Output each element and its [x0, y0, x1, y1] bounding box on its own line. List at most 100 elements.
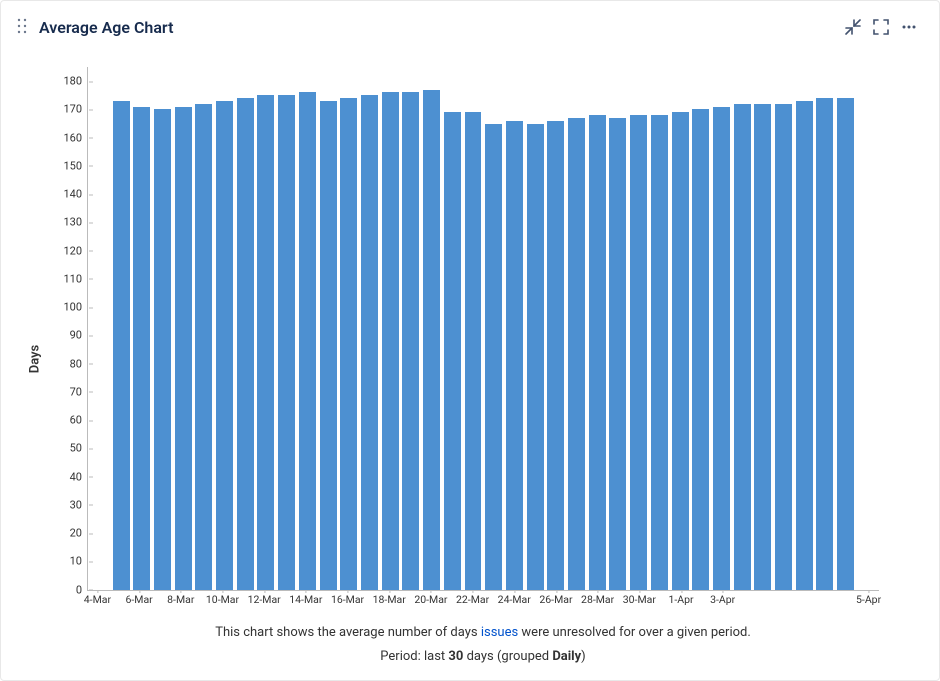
bar-slot [525, 67, 546, 590]
y-tick: 120 [63, 244, 88, 257]
bar [547, 121, 564, 590]
bar [465, 112, 482, 589]
bar-slot [587, 67, 608, 590]
plot-region: 0102030405060708090100110120130140150160… [87, 67, 879, 591]
bar-slot [856, 67, 877, 590]
x-tick: 16-Mar [331, 593, 364, 606]
bar [672, 112, 689, 589]
bar-slot [690, 67, 711, 590]
x-tick: 28-Mar [581, 593, 614, 606]
bar-slot [194, 67, 215, 590]
chart-caption: This chart shows the average number of d… [87, 621, 879, 670]
x-tick: 24-Mar [498, 593, 531, 606]
widget-title: Average Age Chart [39, 18, 173, 37]
bar [630, 115, 647, 590]
bar [589, 115, 606, 590]
bar [382, 92, 399, 589]
bar [713, 107, 730, 590]
drag-handle-icon[interactable] [17, 18, 31, 36]
bar [651, 115, 668, 590]
y-tick: 130 [63, 216, 88, 229]
bar-slot [711, 67, 732, 590]
y-tick: 60 [70, 414, 88, 427]
bar [754, 104, 771, 590]
bar-slot [835, 67, 856, 590]
x-tick: 20-Mar [414, 593, 447, 606]
bar [837, 98, 854, 590]
x-tick: 4-Mar [84, 593, 111, 606]
bar-slot [442, 67, 463, 590]
bar [506, 121, 523, 590]
chart-area: Days 01020304050607080901001101201301401… [17, 47, 923, 670]
bar-slot [359, 67, 380, 590]
y-tick: 20 [70, 527, 88, 540]
bar [154, 109, 171, 589]
bar-slot [815, 67, 836, 590]
x-tick: 3-Apr [710, 593, 735, 606]
bar [133, 107, 150, 590]
bar-slot [670, 67, 691, 590]
bar [195, 104, 212, 590]
bar-slot [297, 67, 318, 590]
bar-slot [545, 67, 566, 590]
bar [237, 98, 254, 590]
y-axis-label: Days [28, 344, 43, 373]
caption-grouping: Daily [552, 649, 581, 664]
bar [796, 101, 813, 590]
caption-days: 30 [448, 649, 463, 664]
bar [485, 124, 502, 590]
y-tick: 100 [63, 301, 88, 314]
bar [527, 124, 544, 590]
bar [113, 101, 130, 590]
y-tick: 150 [63, 159, 88, 172]
bar-slot [401, 67, 422, 590]
bar [568, 118, 585, 590]
bar [175, 107, 192, 590]
bar-slot [608, 67, 629, 590]
y-tick: 140 [63, 188, 88, 201]
bar-slot [380, 67, 401, 590]
y-tick: 50 [70, 442, 88, 455]
bar [423, 90, 440, 590]
caption-text: were unresolved for over a given period. [518, 625, 751, 640]
x-tick: 14-Mar [289, 593, 322, 606]
caption-text: This chart shows the average number of d… [215, 625, 481, 640]
more-icon[interactable] [895, 13, 923, 41]
fullscreen-icon[interactable] [867, 13, 895, 41]
x-tick: 6-Mar [125, 593, 152, 606]
bar-slot [338, 67, 359, 590]
bar [816, 98, 833, 590]
bar-slot [753, 67, 774, 590]
bar [444, 112, 461, 589]
bar-slot [131, 67, 152, 590]
bar-slot [794, 67, 815, 590]
bar-slot [628, 67, 649, 590]
bar [775, 104, 792, 590]
y-tick: 40 [70, 470, 88, 483]
caption-text: Period: last [380, 649, 448, 664]
bar [278, 95, 295, 589]
bar [216, 101, 233, 590]
bar-slot [235, 67, 256, 590]
x-tick: 8-Mar [167, 593, 194, 606]
bar-slot [152, 67, 173, 590]
bar-slot [773, 67, 794, 590]
x-tick: 26-Mar [539, 593, 572, 606]
collapse-icon[interactable] [839, 13, 867, 41]
bar-slot [173, 67, 194, 590]
bar-slot [483, 67, 504, 590]
bar-slot [732, 67, 753, 590]
bar-slot [318, 67, 339, 590]
x-axis: 4-Mar6-Mar8-Mar10-Mar12-Mar14-Mar16-Mar1… [87, 591, 879, 607]
y-tick: 30 [70, 498, 88, 511]
bar [257, 95, 274, 589]
issues-link[interactable]: issues [481, 625, 518, 640]
bar [734, 104, 751, 590]
bar [402, 92, 419, 589]
widget-header: Average Age Chart [17, 13, 923, 41]
chart-widget: Average Age Chart [0, 0, 940, 681]
x-tick: 5-Apr [856, 593, 881, 606]
bar-slot [649, 67, 670, 590]
y-tick: 110 [63, 272, 88, 285]
bar-slot [90, 67, 111, 590]
